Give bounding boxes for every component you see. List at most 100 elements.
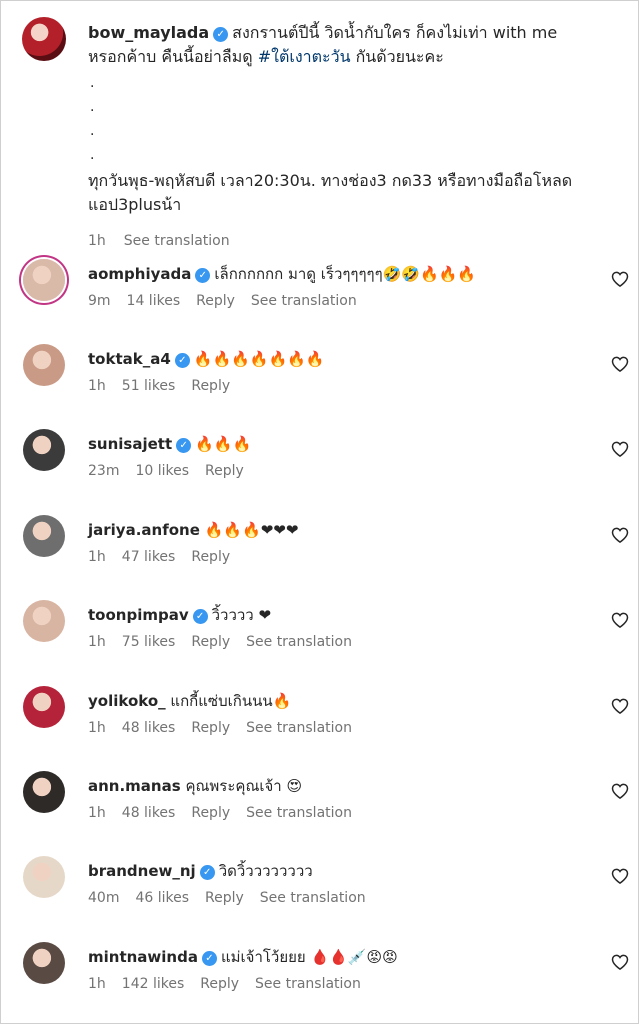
comment-meta: 1h 75 likes Reply See translation bbox=[88, 634, 368, 650]
see-translation-button[interactable]: See translation bbox=[246, 720, 352, 736]
reply-button[interactable]: Reply bbox=[191, 805, 230, 821]
like-heart-icon[interactable] bbox=[610, 269, 630, 289]
commenter-username[interactable]: mintnawinda bbox=[88, 948, 198, 966]
author-username[interactable]: bow_maylada bbox=[88, 23, 209, 42]
caption-text-line2: หรอกค้าบ คืนนี้อย่าลืมดู bbox=[88, 47, 258, 66]
like-heart-icon[interactable] bbox=[610, 781, 630, 801]
comment-time: 9m bbox=[88, 293, 111, 309]
comment-likes[interactable]: 51 likes bbox=[122, 378, 176, 394]
comment-body: วิ้วววว ❤ bbox=[211, 606, 272, 624]
comment-body: แม่เจ้าโว้ยยย 🩸🩸💉😡😡 bbox=[220, 948, 398, 966]
comment-text-line: brandnew_nj ✓ วิดวิ้วววววววว bbox=[88, 860, 588, 882]
reply-button[interactable]: Reply bbox=[191, 549, 230, 565]
commenter-avatar[interactable] bbox=[23, 686, 65, 728]
comment-text-line: toktak_a4 ✓ 🔥🔥🔥🔥🔥🔥🔥 bbox=[88, 348, 588, 370]
comment-likes[interactable]: 142 likes bbox=[122, 976, 184, 992]
see-translation-button[interactable]: See translation bbox=[246, 805, 352, 821]
comment-row: aomphiyada ✓ เล็กกกกกก มาดู เร็วๆๆๆๆๆ🤣🤣🔥🔥🔥… bbox=[22, 257, 636, 337]
comment-meta: 9m 14 likes Reply See translation bbox=[88, 293, 373, 309]
comment-meta: 1h 48 likes Reply See translation bbox=[88, 720, 368, 736]
comment-likes[interactable]: 48 likes bbox=[122, 805, 176, 821]
reply-button[interactable]: Reply bbox=[205, 890, 244, 906]
like-heart-icon[interactable] bbox=[610, 525, 630, 545]
reply-button[interactable]: Reply bbox=[205, 463, 244, 479]
verified-badge-icon: ✓ bbox=[195, 268, 211, 283]
commenter-username[interactable]: jariya.anfone bbox=[88, 521, 200, 539]
comment-body: 🔥🔥🔥❤❤❤ bbox=[204, 521, 299, 539]
like-heart-icon[interactable] bbox=[610, 354, 630, 374]
reply-button[interactable]: Reply bbox=[196, 293, 235, 309]
comment-text-line: toonpimpav ✓ วิ้วววว ❤ bbox=[88, 604, 588, 626]
caption-meta: 1h See translation bbox=[88, 229, 608, 253]
commenter-username[interactable]: ann.manas bbox=[88, 777, 181, 795]
comment-meta: 1h 142 likes Reply See translation bbox=[88, 976, 377, 992]
commenter-avatar[interactable] bbox=[23, 429, 65, 471]
comment-row: toktak_a4 ✓ 🔥🔥🔥🔥🔥🔥🔥 1h 51 likes Reply bbox=[22, 342, 636, 422]
commenter-username[interactable]: sunisajett bbox=[88, 435, 172, 453]
reply-button[interactable]: Reply bbox=[191, 634, 230, 650]
caption-time: 1h bbox=[88, 233, 106, 249]
author-avatar[interactable] bbox=[22, 17, 66, 61]
comment-body: 🔥🔥🔥 bbox=[195, 435, 252, 453]
see-translation-button[interactable]: See translation bbox=[246, 634, 352, 650]
comment-time: 1h bbox=[88, 720, 106, 736]
comment-meta: 1h 51 likes Reply bbox=[88, 378, 246, 394]
comment-likes[interactable]: 48 likes bbox=[122, 720, 176, 736]
see-translation-button[interactable]: See translation bbox=[260, 890, 366, 906]
reply-button[interactable]: Reply bbox=[191, 720, 230, 736]
comment-likes[interactable]: 46 likes bbox=[135, 890, 189, 906]
caption-dots: . . . . bbox=[90, 75, 95, 163]
reply-button[interactable]: Reply bbox=[191, 378, 230, 394]
comment-body: เล็กกกกกก มาดู เร็วๆๆๆๆๆ🤣🤣🔥🔥🔥 bbox=[214, 265, 477, 283]
comment-text-line: ann.manas คุณพระคุณเจ้า 😍 bbox=[88, 775, 588, 797]
commenter-avatar[interactable] bbox=[23, 259, 65, 301]
comment-row: sunisajett ✓ 🔥🔥🔥 23m 10 likes Reply bbox=[22, 427, 636, 507]
caption-text-line4: แอป3plusน้า bbox=[88, 195, 182, 214]
like-heart-icon[interactable] bbox=[610, 610, 630, 630]
commenter-avatar[interactable] bbox=[23, 771, 65, 813]
see-translation-button[interactable]: See translation bbox=[255, 976, 361, 992]
verified-badge-icon: ✓ bbox=[201, 951, 217, 966]
like-heart-icon[interactable] bbox=[610, 696, 630, 716]
comment-likes[interactable]: 10 likes bbox=[135, 463, 189, 479]
like-heart-icon[interactable] bbox=[610, 866, 630, 886]
caption-body: bow_maylada ✓ สงกรานต์ปีนี้ วิดน้ำกับใคร ก… bbox=[88, 21, 608, 253]
like-heart-icon[interactable] bbox=[610, 439, 630, 459]
comment-meta: 23m 10 likes Reply bbox=[88, 463, 260, 479]
commenter-username[interactable]: aomphiyada bbox=[88, 265, 191, 283]
comment-time: 1h bbox=[88, 805, 106, 821]
commenter-avatar[interactable] bbox=[23, 600, 65, 642]
commenter-username[interactable]: toonpimpav bbox=[88, 606, 189, 624]
comment-body: 🔥🔥🔥🔥🔥🔥🔥 bbox=[193, 350, 325, 368]
see-translation-button[interactable]: See translation bbox=[251, 293, 357, 309]
caption-text-line3: ทุกวันพุธ-พฤหัสบดี เวลา20:30น. ทางช่อง3 … bbox=[88, 171, 573, 190]
commenter-username[interactable]: brandnew_nj bbox=[88, 862, 196, 880]
comment-time: 23m bbox=[88, 463, 120, 479]
comment-likes[interactable]: 14 likes bbox=[127, 293, 181, 309]
comment-likes[interactable]: 47 likes bbox=[122, 549, 176, 565]
verified-badge-icon: ✓ bbox=[176, 438, 192, 453]
caption-hashtag[interactable]: #ใต้เงาตะวัน bbox=[258, 47, 351, 66]
comment-time: 40m bbox=[88, 890, 120, 906]
verified-badge-icon: ✓ bbox=[213, 27, 229, 42]
commenter-avatar[interactable] bbox=[23, 515, 65, 557]
commenter-username[interactable]: toktak_a4 bbox=[88, 350, 171, 368]
comment-row: jariya.anfone 🔥🔥🔥❤❤❤ 1h 47 likes Reply bbox=[22, 513, 636, 593]
comment-text-line: mintnawinda ✓ แม่เจ้าโว้ยยย 🩸🩸💉😡😡 bbox=[88, 946, 588, 968]
comment-time: 1h bbox=[88, 378, 106, 394]
commenter-avatar[interactable] bbox=[23, 344, 65, 386]
comment-body: แกกี้แซ่บเกินนน🔥 bbox=[170, 692, 292, 710]
commenter-avatar[interactable] bbox=[23, 856, 65, 898]
comment-body: คุณพระคุณเจ้า 😍 bbox=[185, 777, 303, 795]
caption-see-translation[interactable]: See translation bbox=[124, 233, 230, 249]
reply-button[interactable]: Reply bbox=[200, 976, 239, 992]
comment-time: 1h bbox=[88, 976, 106, 992]
comment-text-line: yolikoko_ แกกี้แซ่บเกินนน🔥 bbox=[88, 690, 588, 712]
comment-likes[interactable]: 75 likes bbox=[122, 634, 176, 650]
commenter-username[interactable]: yolikoko_ bbox=[88, 692, 166, 710]
caption-text-line2-end: กันด้วยนะคะ bbox=[350, 47, 444, 66]
like-heart-icon[interactable] bbox=[610, 952, 630, 972]
comment-text-line: aomphiyada ✓ เล็กกกกกก มาดู เร็วๆๆๆๆๆ🤣🤣🔥🔥🔥 bbox=[88, 263, 588, 285]
comment-meta: 1h 48 likes Reply See translation bbox=[88, 805, 368, 821]
commenter-avatar[interactable] bbox=[23, 942, 65, 984]
